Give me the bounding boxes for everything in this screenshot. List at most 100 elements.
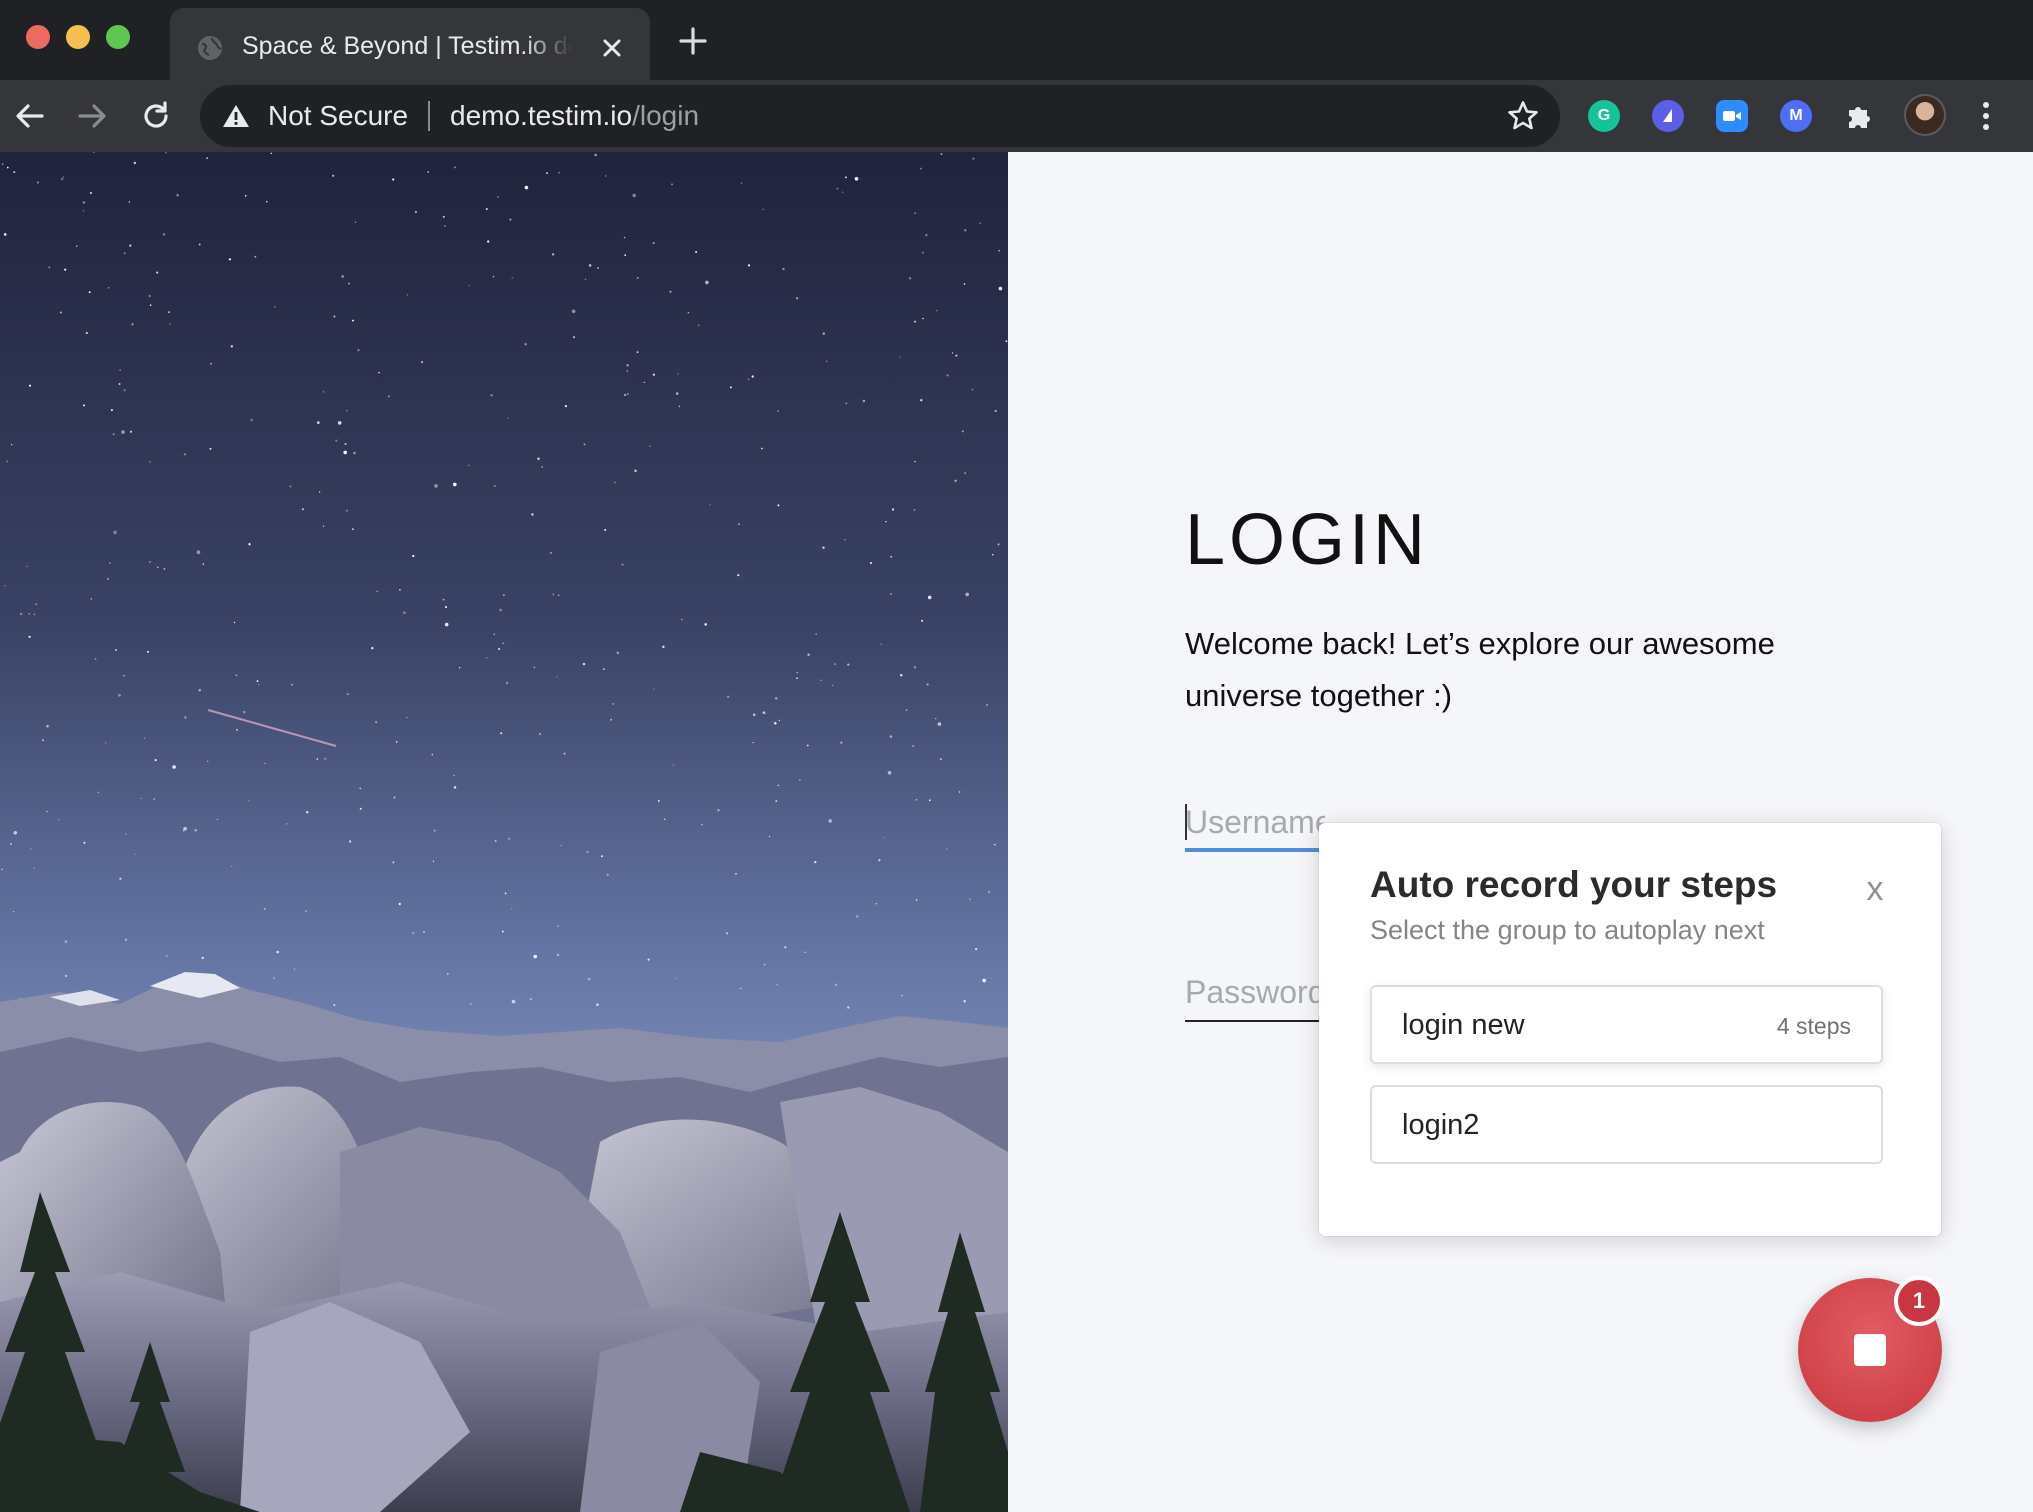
star: [587, 977, 591, 981]
star: [359, 807, 362, 810]
star: [914, 460, 916, 463]
star: [20, 612, 23, 616]
star: [353, 451, 356, 455]
star: [998, 286, 1003, 291]
star: [371, 647, 374, 650]
star: [317, 421, 320, 424]
star: [1, 868, 3, 871]
star: [776, 983, 778, 986]
star: [961, 430, 964, 433]
star: [421, 361, 423, 363]
star: [747, 378, 750, 381]
star: [533, 954, 537, 959]
zoom-extension-icon[interactable]: [1712, 96, 1752, 136]
star: [398, 902, 401, 906]
grammarly-extension-icon[interactable]: G: [1584, 96, 1624, 136]
star: [998, 249, 1001, 252]
star: [946, 374, 949, 377]
star: [236, 728, 238, 731]
star: [149, 461, 151, 463]
star: [154, 759, 157, 762]
star: [412, 932, 415, 935]
star: [62, 176, 65, 178]
star: [94, 658, 97, 660]
close-popup-button[interactable]: x: [1855, 869, 1895, 909]
username-input[interactable]: [1185, 802, 1325, 842]
star: [82, 209, 85, 212]
star: [889, 735, 893, 738]
star: [737, 574, 740, 577]
star: [596, 1003, 599, 1006]
star: [109, 562, 111, 564]
star: [406, 294, 409, 296]
star: [82, 404, 86, 407]
star: [556, 925, 559, 928]
kebab-menu-icon[interactable]: [1976, 98, 1996, 134]
close-tab-icon[interactable]: [598, 34, 626, 62]
star: [751, 375, 754, 378]
star: [434, 484, 438, 488]
extensions-puzzle-icon[interactable]: [1840, 96, 1880, 136]
star: [11, 443, 13, 446]
star: [276, 950, 279, 954]
username-field[interactable]: [1185, 802, 1325, 852]
star: [616, 651, 620, 655]
star: [341, 275, 344, 278]
star: [963, 283, 966, 285]
star: [289, 485, 292, 488]
star: [560, 844, 562, 847]
star: [564, 404, 568, 408]
star: [453, 774, 455, 777]
m-extension-icon[interactable]: M: [1776, 96, 1816, 136]
star: [502, 642, 505, 645]
star: [717, 809, 720, 812]
group-option-login-new[interactable]: login new 4 steps: [1370, 985, 1883, 1064]
star: [169, 323, 171, 325]
star: [588, 264, 592, 267]
star: [422, 930, 426, 934]
star: [76, 245, 78, 247]
group-option-login2[interactable]: login2: [1370, 1085, 1883, 1164]
star: [647, 958, 650, 961]
star: [636, 351, 639, 353]
star: [207, 760, 209, 762]
star: [982, 978, 986, 983]
star: [46, 810, 48, 813]
star: [913, 666, 917, 669]
star: [230, 345, 234, 348]
auto-record-popup: Auto record your steps Select the group …: [1319, 823, 1941, 1236]
reload-icon[interactable]: [138, 98, 174, 134]
bookmark-star-icon[interactable]: [1506, 99, 1540, 133]
star: [97, 791, 100, 794]
back-arrow-icon[interactable]: [12, 98, 48, 134]
star: [965, 592, 969, 597]
url-path: /login: [632, 100, 700, 131]
close-window-button[interactable]: [26, 25, 50, 49]
new-tab-icon[interactable]: [678, 26, 708, 56]
profile-avatar[interactable]: [1904, 94, 1946, 136]
testim-extension-icon[interactable]: [1648, 96, 1688, 136]
browser-tab-active[interactable]: Space & Beyond | Testim.io demo: [170, 8, 650, 80]
forward-arrow-icon[interactable]: [74, 98, 110, 134]
star: [157, 566, 159, 569]
star: [847, 1006, 850, 1009]
star: [183, 453, 187, 456]
minimize-window-button[interactable]: [66, 25, 90, 49]
maximize-window-button[interactable]: [106, 25, 130, 49]
star: [922, 317, 924, 320]
star: [316, 758, 319, 760]
password-field[interactable]: [1185, 972, 1325, 1022]
url-text[interactable]: demo.testim.io/login: [450, 99, 699, 133]
password-input[interactable]: [1185, 972, 1325, 1012]
star: [600, 855, 603, 858]
star: [198, 689, 201, 692]
star: [453, 786, 457, 789]
star: [201, 956, 204, 960]
security-status[interactable]: Not Secure: [268, 99, 408, 133]
address-bar[interactable]: Not Secure demo.testim.io/login: [200, 85, 1560, 147]
star: [459, 667, 461, 669]
star: [118, 382, 121, 386]
star: [725, 932, 729, 935]
star: [697, 324, 700, 326]
star: [46, 724, 49, 728]
